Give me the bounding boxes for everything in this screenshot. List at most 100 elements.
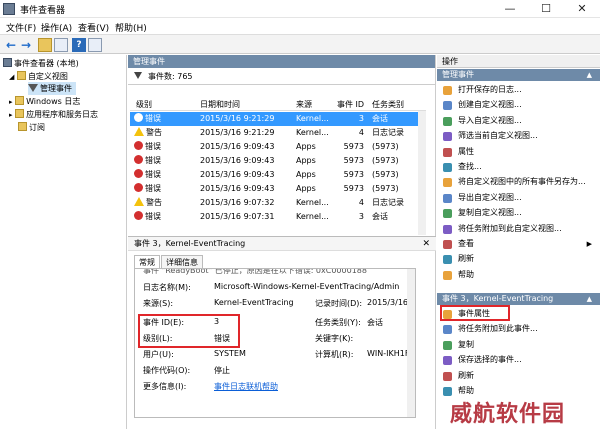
menu-action[interactable]: 操作(A) xyxy=(41,21,72,34)
more-info-label: 更多信息(I): xyxy=(143,382,187,391)
show-hide-tree-icon[interactable] xyxy=(54,38,68,52)
cell-datetime: 2015/3/16 9:09:43 xyxy=(200,156,275,165)
help-icon[interactable]: ? xyxy=(72,38,86,52)
show-hide-action-pane-icon[interactable] xyxy=(88,38,102,52)
action-label: 复制 xyxy=(458,339,474,349)
tree-item-windows-logs[interactable]: ▸ Windows 日志 xyxy=(9,95,80,108)
action-item[interactable]: 将任务附加到此事件... xyxy=(437,322,600,336)
cell-level: 警告 xyxy=(134,126,162,140)
column-header-level[interactable]: 级别 xyxy=(136,99,152,110)
task-category-label: 任务类别(Y): xyxy=(315,318,361,327)
cell-level: 错误 xyxy=(134,210,161,224)
opcode-label: 操作代码(O): xyxy=(143,366,191,375)
tree-item-label: 自定义视图 xyxy=(27,72,68,81)
action-label: 帮助 xyxy=(458,269,474,279)
table-row[interactable]: 错误 2015/3/16 9:21:29 Kernel... 3 会话 xyxy=(130,112,426,126)
error-icon xyxy=(134,155,143,164)
folder-up-icon[interactable] xyxy=(38,38,52,52)
action-item[interactable]: 导入自定义视图... xyxy=(437,114,600,128)
action-item[interactable]: 查找... xyxy=(437,160,600,174)
tree-item-app-service-logs[interactable]: ▸ 应用程序和服务日志 xyxy=(9,108,98,121)
action-item[interactable]: 刷新 xyxy=(437,369,600,383)
task-category-value: 会话 xyxy=(367,318,383,327)
tree-item-label: 应用程序和服务日志 xyxy=(26,110,99,119)
action-item[interactable]: 属性 xyxy=(437,145,600,159)
more-info-link[interactable]: 事件日志联机帮助 xyxy=(214,381,278,392)
action-item[interactable]: 将任务附加到此自定义视图... xyxy=(437,222,600,236)
action-item[interactable]: 查看 ▶ xyxy=(437,237,600,251)
close-icon[interactable]: ✕ xyxy=(564,0,600,18)
tree-item-label: 管理事件 xyxy=(40,84,72,93)
tree-item-subscriptions[interactable]: 订阅 xyxy=(18,121,45,134)
table-row[interactable]: 错误 2015/3/16 9:09:43 Apps 5973 (5973) xyxy=(130,168,426,182)
table-row[interactable]: 错误 2015/3/16 9:09:43 Apps 5973 (5973) xyxy=(130,182,426,196)
event-count-bar: 事件数: 765 xyxy=(128,68,435,85)
back-arrow-icon[interactable]: ← xyxy=(4,38,18,52)
action-item[interactable]: 保存选择的事件... xyxy=(437,353,600,367)
log-name-value: Microsoft-Windows-Kernel-EventTracing/Ad… xyxy=(214,282,400,291)
forward-arrow-icon[interactable]: → xyxy=(19,38,33,52)
actions-section-admin-events[interactable]: 管理事件 ▲ xyxy=(437,69,600,81)
menu-help[interactable]: 帮助(H) xyxy=(115,21,147,34)
folder-icon xyxy=(16,71,26,80)
tree-item-label: 订阅 xyxy=(29,123,45,132)
source-label: 来源(S): xyxy=(143,299,174,308)
cell-source: Kernel... xyxy=(296,198,329,207)
table-row[interactable]: 警告 2015/3/16 9:07:32 Kernel... 4 日志记录 xyxy=(130,196,426,210)
action-item[interactable]: 筛选当前自定义视图... xyxy=(437,129,600,143)
copy-icon xyxy=(443,209,452,219)
help-icon xyxy=(443,270,452,280)
action-label: 导入自定义视图... xyxy=(458,115,522,125)
actions-section-event[interactable]: 事件 3，Kernel-EventTracing ▲ xyxy=(437,293,600,305)
level-text: 错误 xyxy=(145,114,161,123)
table-scrollbar[interactable] xyxy=(418,111,426,235)
table-row[interactable]: 错误 2015/3/16 9:09:43 Apps 5973 (5973) xyxy=(130,154,426,168)
action-label: 创建自定义视图... xyxy=(458,100,522,110)
maximize-icon[interactable]: ☐ xyxy=(528,0,564,18)
column-header-task-category[interactable]: 任务类别 xyxy=(372,99,404,110)
cell-datetime: 2015/3/16 9:09:43 xyxy=(200,170,275,179)
action-item[interactable]: 复制自定义视图... xyxy=(437,206,600,220)
properties-icon xyxy=(443,147,452,157)
level-text: 错误 xyxy=(145,170,161,179)
chevron-right-icon[interactable]: ▸ xyxy=(9,98,13,106)
chevron-up-icon[interactable]: ▲ xyxy=(587,293,592,305)
action-label: 导出自定义视图... xyxy=(458,192,522,202)
menu-view[interactable]: 查看(V) xyxy=(78,21,109,34)
folder-icon xyxy=(15,96,25,105)
tree-item-root[interactable]: 事件查看器 (本地) xyxy=(3,57,79,70)
chevron-down-icon[interactable]: ◢ xyxy=(9,73,14,81)
tree-item-admin-events[interactable]: 管理事件 xyxy=(28,82,76,95)
table-row[interactable]: 错误 2015/3/16 9:07:31 Kernel... 3 会话 xyxy=(130,210,426,224)
find-icon xyxy=(443,163,452,172)
details-scrollbar[interactable] xyxy=(407,269,415,417)
minimize-icon[interactable]: — xyxy=(492,0,528,18)
cell-datetime: 2015/3/16 9:07:31 xyxy=(200,212,275,221)
action-label: 将任务附加到此自定义视图... xyxy=(458,223,562,233)
menu-file[interactable]: 文件(F) xyxy=(6,21,36,34)
column-header-event-id[interactable]: 事件 ID xyxy=(337,99,364,110)
table-row[interactable]: 警告 2015/3/16 9:21:29 Kernel... 4 日志记录 xyxy=(130,126,426,140)
action-item[interactable]: 创建自定义视图... xyxy=(437,98,600,112)
source-value: Kernel-EventTracing xyxy=(214,298,294,307)
action-item[interactable]: 刷新 xyxy=(437,252,600,266)
action-item[interactable]: 复制 xyxy=(437,338,600,352)
cell-level: 错误 xyxy=(134,168,161,182)
level-text: 错误 xyxy=(145,142,161,151)
chevron-right-icon[interactable]: ▸ xyxy=(9,111,13,119)
action-item[interactable]: 帮助 xyxy=(437,268,600,282)
action-item[interactable]: 打开保存的日志... xyxy=(437,83,600,97)
column-header-datetime[interactable]: 日期和时间 xyxy=(200,99,240,110)
tab-general[interactable]: 常规 xyxy=(134,255,160,268)
event-count: 事件数: 765 xyxy=(148,72,193,81)
close-icon[interactable]: ✕ xyxy=(422,237,430,251)
subscriptions-icon xyxy=(18,122,27,131)
table-row[interactable]: 错误 2015/3/16 9:09:43 Apps 5973 (5973) xyxy=(130,140,426,154)
tab-details[interactable]: 详细信息 xyxy=(161,255,203,268)
column-header-source[interactable]: 来源 xyxy=(296,99,312,110)
action-item[interactable]: 将自定义视图中的所有事件另存为... xyxy=(437,175,600,189)
cell-task-category: (5973) xyxy=(372,184,399,193)
tree-item-label: Windows 日志 xyxy=(26,97,81,106)
chevron-up-icon[interactable]: ▲ xyxy=(587,69,592,81)
action-item[interactable]: 导出自定义视图... xyxy=(437,191,600,205)
